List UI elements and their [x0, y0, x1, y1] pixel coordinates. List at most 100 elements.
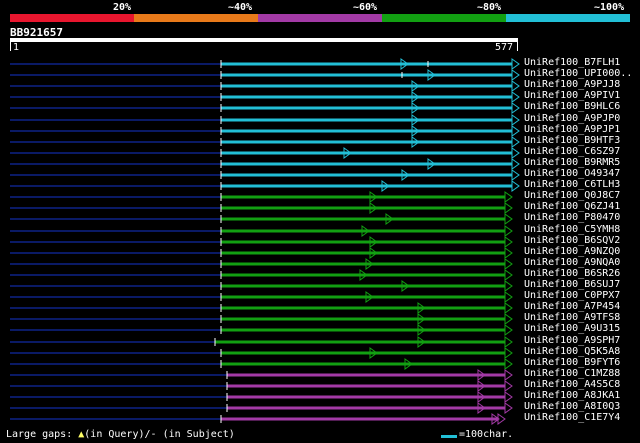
hit-aligned-bar	[221, 140, 512, 144]
hit-end-arrow	[504, 313, 513, 325]
hit-end-arrow	[504, 336, 513, 348]
hit-end-arrow	[504, 380, 513, 392]
hit-label[interactable]: UniRef100_B9HLC6	[524, 101, 620, 112]
hit-end-arrow	[504, 291, 513, 303]
hit-label[interactable]: UniRef100_A9PJP0	[524, 113, 620, 124]
hit-aligned-bar	[221, 151, 512, 155]
hit-end-arrow	[511, 136, 520, 148]
hit-label[interactable]: UniRef100_A9PIV1	[524, 90, 620, 101]
hit-aligned-bar	[221, 417, 498, 421]
hit-label[interactable]: UniRef100_A9NZQ0	[524, 246, 620, 257]
hit-aligned-bar	[215, 340, 505, 344]
hit-aligned-bar	[221, 62, 512, 66]
hit-aligned-bar	[221, 362, 505, 366]
hit-end-arrow	[511, 91, 520, 103]
gap-legend-query: (in Query)/	[84, 429, 151, 440]
hit-label[interactable]: UniRef100_C1E7Y4	[524, 412, 620, 423]
hit-label[interactable]: UniRef100_P80470	[524, 212, 620, 223]
hit-end-arrow	[511, 125, 520, 137]
hit-aligned-bar	[221, 118, 512, 122]
hit-aligned-bar	[221, 195, 505, 199]
hit-end-arrow	[504, 324, 513, 336]
hit-label[interactable]: UniRef100_A9PJJ8	[524, 79, 620, 90]
hit-aligned-bar	[221, 317, 505, 321]
hit-aligned-bar	[221, 84, 512, 88]
hit-aligned-bar	[221, 262, 505, 266]
hit-label[interactable]: UniRef100_A9PJP1	[524, 124, 620, 135]
hit-label[interactable]: UniRef100_C0PPX7	[524, 290, 620, 301]
gap-legend-subject: (in Subject)	[156, 429, 235, 440]
hit-end-arrow	[504, 213, 513, 225]
hit-label[interactable]: UniRef100_A9SPH7	[524, 335, 620, 346]
hit-aligned-bar	[221, 328, 505, 332]
hit-label[interactable]: UniRef100_A8I0Q3	[524, 401, 620, 412]
hit-end-arrow	[511, 180, 520, 192]
hit-label[interactable]: UniRef100_B9RMR5	[524, 157, 620, 168]
hit-label[interactable]: UniRef100_A9NQA0	[524, 257, 620, 268]
hit-end-arrow	[504, 202, 513, 214]
hit-aligned-bar	[227, 384, 505, 388]
gap-legend-prefix: Large gaps:	[6, 429, 79, 440]
hit-aligned-bar	[221, 206, 505, 210]
hit-aligned-bar	[221, 284, 505, 288]
hit-label[interactable]: UniRef100_B6SUJ7	[524, 279, 620, 290]
hit-label[interactable]: UniRef100_C6SZ97	[524, 146, 620, 157]
hit-label[interactable]: UniRef100_Q5K5A8	[524, 346, 620, 357]
hit-label[interactable]: UniRef100_B7FLH1	[524, 57, 620, 68]
hit-end-arrow	[504, 391, 513, 403]
hit-end-arrow	[504, 358, 513, 370]
hit-label[interactable]: UniRef100_C1MZ88	[524, 368, 620, 379]
hit-label[interactable]: UniRef100_Q0J8C7	[524, 190, 620, 201]
hit-label[interactable]: UniRef100_O49347	[524, 168, 620, 179]
hit-aligned-bar	[221, 295, 505, 299]
hit-aligned-bar	[227, 373, 505, 377]
hit-label[interactable]: UniRef100_A9U315	[524, 323, 620, 334]
hit-end-arrow	[504, 280, 513, 292]
hit-end-arrow	[504, 225, 513, 237]
hit-end-arrow	[511, 80, 520, 92]
hit-end-arrow	[511, 58, 520, 70]
hit-aligned-bar	[227, 395, 505, 399]
hit-aligned-bar	[221, 184, 512, 188]
hit-aligned-bar	[221, 306, 505, 310]
hit-end-arrow	[504, 402, 513, 414]
scale-legend-text: =100char.	[459, 429, 514, 440]
hit-end-arrow	[511, 114, 520, 126]
hit-aligned-bar	[221, 229, 505, 233]
hit-aligned-bar	[221, 351, 505, 355]
hit-label[interactable]: UniRef100_Q6ZJ41	[524, 201, 620, 212]
hit-end-arrow	[504, 247, 513, 259]
hit-end-arrow	[504, 302, 513, 314]
hit-end-arrow	[511, 102, 520, 114]
hit-end-arrow	[511, 69, 520, 81]
hit-end-arrow	[511, 169, 520, 181]
hit-aligned-bar	[221, 106, 512, 110]
hit-label[interactable]: UniRef100_B9FYT6	[524, 357, 620, 368]
hit-end-arrow	[504, 236, 513, 248]
hit-aligned-bar	[221, 129, 512, 133]
hit-end-arrow	[504, 191, 513, 203]
hit-label[interactable]: UniRef100_A4S5C8	[524, 379, 620, 390]
hit-aligned-bar	[221, 173, 512, 177]
hit-label[interactable]: UniRef100_B6SR26	[524, 268, 620, 279]
hit-label[interactable]: UniRef100_UPI000..	[524, 68, 632, 79]
hit-aligned-bar	[221, 273, 505, 277]
hit-label[interactable]: UniRef100_B9HTF3	[524, 135, 620, 146]
hit-end-arrow	[511, 158, 520, 170]
hit-end-arrow	[504, 258, 513, 270]
hit-end-arrow	[504, 269, 513, 281]
gap-legend: Large gaps: ▲(in Query)/- (in Subject)	[6, 429, 235, 440]
hit-end-arrow	[511, 147, 520, 159]
hit-label[interactable]: UniRef100_A8JKA1	[524, 390, 620, 401]
hit-aligned-bar	[221, 162, 512, 166]
hit-aligned-bar	[221, 240, 505, 244]
hit-label[interactable]: UniRef100_C6TLH3	[524, 179, 620, 190]
hit-end-arrow	[504, 369, 513, 381]
hit-label[interactable]: UniRef100_C5YMH8	[524, 224, 620, 235]
hit-label[interactable]: UniRef100_A9TFS8	[524, 312, 620, 323]
hit-label[interactable]: UniRef100_B6SQV2	[524, 235, 620, 246]
hit-aligned-bar	[227, 406, 505, 410]
hit-aligned-bar	[221, 73, 512, 77]
hit-label[interactable]: UniRef100_A7P454	[524, 301, 620, 312]
hit-aligned-bar	[221, 217, 505, 221]
